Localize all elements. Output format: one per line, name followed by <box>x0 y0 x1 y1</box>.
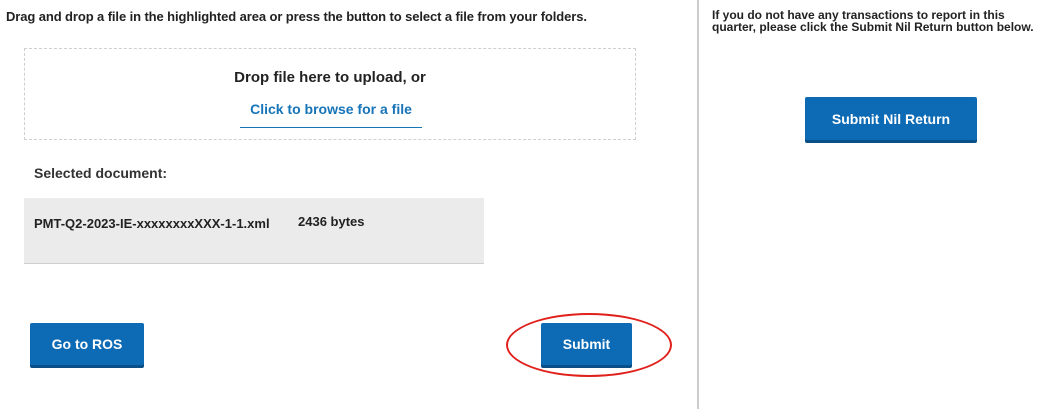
upload-instructions: Drag and drop a file in the highlighted … <box>6 9 587 24</box>
column-divider <box>697 0 699 409</box>
file-dropzone[interactable]: Drop file here to upload, or Click to br… <box>24 48 636 140</box>
nil-return-instructions: If you do not have any transactions to r… <box>712 8 1034 34</box>
upload-panel: Drag and drop a file in the highlighted … <box>0 0 690 409</box>
submit-nil-return-button[interactable]: Submit Nil Return <box>805 97 977 140</box>
selected-file-size: 2436 bytes <box>298 214 365 229</box>
browse-file-link[interactable]: Click to browse for a file <box>240 101 422 128</box>
selected-file-row: PMT-Q2-2023-IE-xxxxxxxxXXX-1-1.xml 2436 … <box>24 198 484 264</box>
selected-document-label: Selected document: <box>34 165 168 181</box>
nil-return-panel: If you do not have any transactions to r… <box>700 0 1045 409</box>
selected-file-name: PMT-Q2-2023-IE-xxxxxxxxXXX-1-1.xml <box>34 216 270 231</box>
go-to-ros-button[interactable]: Go to ROS <box>30 323 144 365</box>
drop-text: Drop file here to upload, or <box>234 69 426 86</box>
submit-button[interactable]: Submit <box>541 323 632 365</box>
